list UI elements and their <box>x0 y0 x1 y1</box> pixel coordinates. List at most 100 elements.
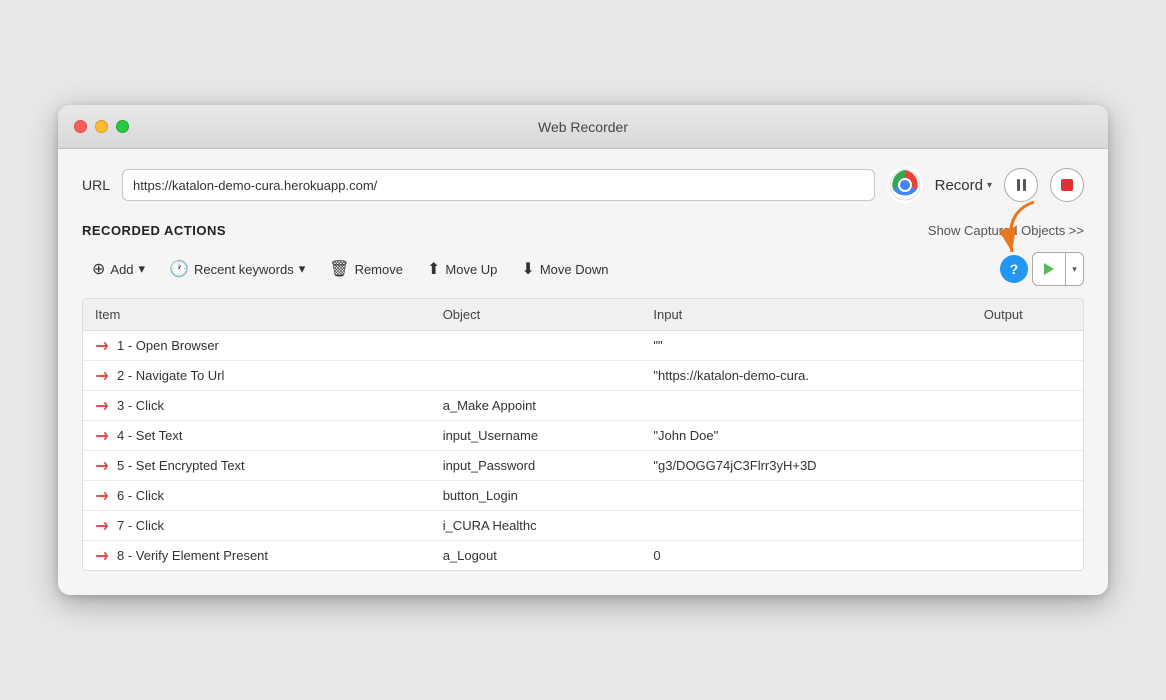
table-row[interactable]: 5 - Set Encrypted Text input_Password"g3… <box>83 451 1083 481</box>
add-label: Add <box>110 262 133 277</box>
cell-output <box>972 451 1083 481</box>
play-dropdown-button[interactable]: ▾ <box>1066 252 1084 286</box>
item-text: 6 - Click <box>117 488 164 503</box>
cell-item: 7 - Click <box>83 511 431 541</box>
play-button[interactable] <box>1032 252 1066 286</box>
table-row[interactable]: 3 - Click a_Make Appoint <box>83 391 1083 421</box>
record-button[interactable]: Record ▾ <box>935 177 992 194</box>
cell-item: 6 - Click <box>83 481 431 511</box>
show-captured-objects-link[interactable]: Show Captured Objects >> <box>928 223 1084 238</box>
cell-input <box>641 391 971 421</box>
minimize-button[interactable] <box>95 120 108 133</box>
item-text: 1 - Open Browser <box>117 338 219 353</box>
cell-item: 8 - Verify Element Present <box>83 541 431 571</box>
url-label: URL <box>82 177 110 193</box>
record-label: Record <box>935 177 983 194</box>
actions-table-container: Item Object Input Output 1 - Open Browse… <box>82 298 1084 571</box>
recorded-actions-header: RECORDED ACTIONS Show Captured Objects >… <box>82 223 1084 238</box>
clock-icon: 🕐 <box>169 259 189 279</box>
stop-icon <box>1061 179 1073 191</box>
delete-row-icon[interactable] <box>95 339 109 353</box>
delete-row-icon[interactable] <box>95 459 109 473</box>
actions-table: Item Object Input Output 1 - Open Browse… <box>83 299 1083 570</box>
cell-object: button_Login <box>431 481 642 511</box>
table-header-row: Item Object Input Output <box>83 299 1083 331</box>
add-icon: ⊕ <box>92 259 105 279</box>
cell-object: i_CURA Healthc <box>431 511 642 541</box>
play-icon <box>1044 263 1054 275</box>
titlebar: Web Recorder <box>58 105 1108 149</box>
move-up-icon: ⬆ <box>427 259 440 279</box>
main-window: Web Recorder URL <box>58 105 1108 595</box>
col-output: Output <box>972 299 1083 331</box>
item-text: 4 - Set Text <box>117 428 183 443</box>
cell-output <box>972 331 1083 361</box>
remove-button[interactable]: 🗑 Remove <box>319 254 413 284</box>
maximize-button[interactable] <box>116 120 129 133</box>
col-input: Input <box>641 299 971 331</box>
play-button-container: ▾ <box>1032 252 1084 286</box>
table-row[interactable]: 8 - Verify Element Present a_Logout0 <box>83 541 1083 571</box>
col-object: Object <box>431 299 642 331</box>
delete-row-icon[interactable] <box>95 429 109 443</box>
chrome-icon <box>887 167 923 203</box>
trash-icon: 🗑 <box>329 259 349 279</box>
cell-item: 4 - Set Text <box>83 421 431 451</box>
window-controls <box>74 120 129 133</box>
item-text: 3 - Click <box>117 398 164 413</box>
move-up-label: Move Up <box>445 262 497 277</box>
cell-input: 0 <box>641 541 971 571</box>
cell-input: "g3/DOGG74jC3Flrr3yH+3D <box>641 451 971 481</box>
cell-output <box>972 421 1083 451</box>
cell-item: 2 - Navigate To Url <box>83 361 431 391</box>
table-row[interactable]: 4 - Set Text input_Username"John Doe" <box>83 421 1083 451</box>
cell-object <box>431 331 642 361</box>
cell-item: 1 - Open Browser <box>83 331 431 361</box>
cell-output <box>972 511 1083 541</box>
pause-button[interactable] <box>1004 168 1038 202</box>
url-row: URL Record ▾ <box>82 167 1084 203</box>
stop-button[interactable] <box>1050 168 1084 202</box>
delete-row-icon[interactable] <box>95 399 109 413</box>
cell-item: 5 - Set Encrypted Text <box>83 451 431 481</box>
cell-input <box>641 511 971 541</box>
move-down-label: Move Down <box>540 262 609 277</box>
delete-row-icon[interactable] <box>95 549 109 563</box>
url-input[interactable] <box>122 169 875 201</box>
table-row[interactable]: 6 - Click button_Login <box>83 481 1083 511</box>
table-row[interactable]: 1 - Open Browser "" <box>83 331 1083 361</box>
move-down-icon: ⬇ <box>521 259 534 279</box>
action-toolbar: ⊕ Add ▾ 🕐 Recent keywords ▾ 🗑 Remove ⬆ M… <box>82 252 1084 286</box>
delete-row-icon[interactable] <box>95 489 109 503</box>
cell-output <box>972 391 1083 421</box>
record-dropdown-arrow: ▾ <box>987 180 992 191</box>
add-dropdown-arrow: ▾ <box>139 261 146 277</box>
add-button[interactable]: ⊕ Add ▾ <box>82 254 155 284</box>
cell-input: "" <box>641 331 971 361</box>
cell-input <box>641 481 971 511</box>
col-item: Item <box>83 299 431 331</box>
cell-input: "John Doe" <box>641 421 971 451</box>
recent-keywords-label: Recent keywords <box>194 262 294 277</box>
delete-row-icon[interactable] <box>95 369 109 383</box>
move-up-button[interactable]: ⬆ Move Up <box>417 254 507 284</box>
table-row[interactable]: 7 - Click i_CURA Healthc <box>83 511 1083 541</box>
window-title: Web Recorder <box>538 119 628 135</box>
cell-object: input_Password <box>431 451 642 481</box>
cell-input: "https://katalon-demo-cura. <box>641 361 971 391</box>
move-down-button[interactable]: ⬇ Move Down <box>511 254 618 284</box>
recent-keywords-arrow: ▾ <box>299 261 306 277</box>
cell-object: a_Logout <box>431 541 642 571</box>
content-area: URL Record ▾ <box>58 149 1108 595</box>
item-text: 7 - Click <box>117 518 164 533</box>
recent-keywords-button[interactable]: 🕐 Recent keywords ▾ <box>159 254 315 284</box>
cell-object: input_Username <box>431 421 642 451</box>
help-button[interactable]: ? <box>1000 255 1028 283</box>
table-row[interactable]: 2 - Navigate To Url "https://katalon-dem… <box>83 361 1083 391</box>
item-text: 5 - Set Encrypted Text <box>117 458 245 473</box>
cell-object <box>431 361 642 391</box>
cell-item: 3 - Click <box>83 391 431 421</box>
delete-row-icon[interactable] <box>95 519 109 533</box>
close-button[interactable] <box>74 120 87 133</box>
item-text: 2 - Navigate To Url <box>117 368 224 383</box>
